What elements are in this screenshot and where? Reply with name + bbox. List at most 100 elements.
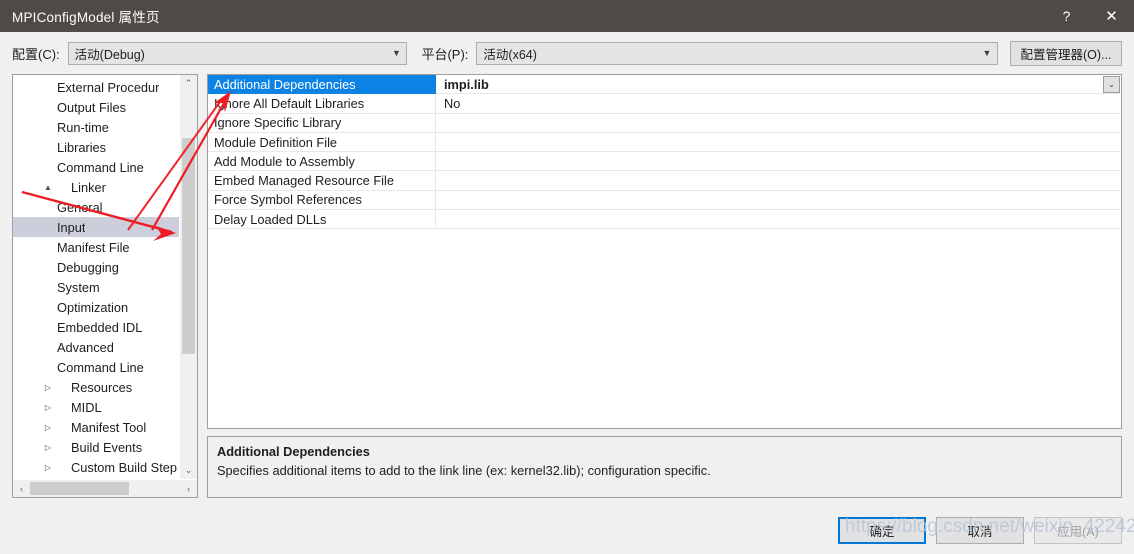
property-row[interactable]: Force Symbol References xyxy=(208,190,1121,211)
tree-item-general[interactable]: General xyxy=(13,197,179,217)
property-row[interactable]: Add Module to Assembly xyxy=(208,152,1121,172)
property-row[interactable]: Ignore All Default Libraries No xyxy=(208,94,1121,114)
property-tree[interactable]: External Procedur Output Files Run-time Lib… xyxy=(13,75,179,479)
tree-item-optimization[interactable]: Optimization xyxy=(13,297,179,317)
platform-label: 平台(P): xyxy=(421,46,469,62)
property-name[interactable]: Delay Loaded DLLs xyxy=(208,210,436,230)
triangle-right-icon[interactable]: ▷ xyxy=(41,383,55,392)
scroll-right-icon[interactable]: › xyxy=(180,480,197,497)
tree-item-label: Embedded IDL xyxy=(57,319,143,335)
tree-item-output-files[interactable]: Output Files xyxy=(13,97,179,117)
tree-item-label: Optimization xyxy=(57,299,129,315)
cancel-button[interactable]: 取消 xyxy=(936,517,1024,544)
property-value[interactable] xyxy=(436,114,1121,133)
tree-item-label: Build Events xyxy=(71,439,143,455)
tree-item-system[interactable]: System xyxy=(13,277,179,297)
tree-vertical-scrollbar[interactable]: ⌃ ⌄ xyxy=(179,75,197,479)
scroll-up-icon[interactable]: ⌃ xyxy=(180,75,197,92)
tree-item-label: Advanced xyxy=(57,339,114,355)
configuration-dropdown[interactable]: 活动(Debug) ▼ xyxy=(67,41,408,65)
triangle-right-icon[interactable]: ▷ xyxy=(41,443,55,452)
tree-item-label: Run-time xyxy=(57,119,109,135)
right-pane: Additional Dependencies impi.lib ⌄ Ignore A… xyxy=(207,74,1122,498)
configuration-bar: 配置(C): 活动(Debug) ▼ 平台(P): 活动(x64) ▼ 配置管理… xyxy=(0,32,1134,74)
tree-item-resources[interactable]: ▷ Resources xyxy=(13,377,179,397)
property-value[interactable] xyxy=(436,133,1121,153)
property-value[interactable] xyxy=(436,152,1121,172)
tree-item-run-time[interactable]: Run-time xyxy=(13,117,179,137)
configuration-manager-button[interactable]: 配置管理器(O)... xyxy=(1010,40,1122,66)
tree-horizontal-scrollbar[interactable]: ‹ › xyxy=(13,479,197,497)
triangle-right-icon[interactable]: ▷ xyxy=(41,463,55,472)
value-dropdown-icon[interactable]: ⌄ xyxy=(1103,76,1120,93)
triangle-right-icon[interactable]: ▷ xyxy=(41,403,55,412)
tree-item-label: Manifest Tool xyxy=(71,419,147,435)
triangle-right-icon[interactable]: ▷ xyxy=(41,423,55,432)
tree-item-label: Debugging xyxy=(57,259,119,275)
tree-item-label: Input xyxy=(57,219,86,235)
tree-item-libraries[interactable]: Libraries xyxy=(13,137,179,157)
tree-item-label: Command Line xyxy=(57,159,144,175)
ok-button[interactable]: 确定 xyxy=(838,517,926,544)
tree-vscroll-thumb[interactable] xyxy=(182,138,195,354)
tree-hscroll-thumb[interactable] xyxy=(30,482,129,495)
description-text: Specifies additional items to add to the… xyxy=(217,463,711,478)
property-name[interactable]: Module Definition File xyxy=(208,132,436,153)
scroll-left-icon[interactable]: ‹ xyxy=(13,480,30,497)
configuration-value: 活动(Debug) xyxy=(74,47,145,62)
tree-item-label: System xyxy=(57,279,100,295)
tree-item-label: Command Line xyxy=(57,359,144,375)
tree-item-command-line[interactable]: Command Line xyxy=(13,157,179,177)
property-value[interactable] xyxy=(436,191,1121,211)
tree-item-embedded-idl[interactable]: Embedded IDL xyxy=(13,317,179,337)
tree-item-debugging[interactable]: Debugging xyxy=(13,257,179,277)
property-value[interactable] xyxy=(436,171,1121,191)
tree-item-command-line[interactable]: Command Line xyxy=(13,357,179,377)
tree-item-linker[interactable]: ▲ Linker xyxy=(13,177,179,197)
window-title: MPIConfigModel 属性页 xyxy=(12,10,160,25)
dialog-body: External Procedur Output Files Run-time Lib… xyxy=(12,74,1122,498)
dialog-footer: 确定 取消 应用(A) xyxy=(838,517,1122,544)
tree-item-external-procedur[interactable]: External Procedur xyxy=(13,77,179,97)
tree-item-label: Linker xyxy=(71,179,106,195)
triangle-down-icon[interactable]: ▲ xyxy=(41,183,55,192)
chevron-down-icon: ▼ xyxy=(391,47,401,58)
property-row[interactable]: Ignore Specific Library xyxy=(208,113,1121,133)
tree-inner: External Procedur Output Files Run-time Lib… xyxy=(13,75,197,479)
property-row[interactable]: Module Definition File xyxy=(208,132,1121,153)
description-panel: Additional Dependencies Specifies additi… xyxy=(207,436,1122,498)
tree-item-midl[interactable]: ▷ MIDL xyxy=(13,397,179,417)
description-title: Additional Dependencies xyxy=(217,444,370,459)
tree-item-advanced[interactable]: Advanced xyxy=(13,337,179,357)
tree-item-custom-build-step[interactable]: ▷ Custom Build Step xyxy=(13,457,179,477)
property-name[interactable]: Additional Dependencies xyxy=(208,75,436,95)
property-value[interactable]: impi.lib xyxy=(436,75,1121,95)
tree-vscroll-track[interactable] xyxy=(180,92,197,462)
property-value[interactable]: No xyxy=(436,94,1121,114)
tree-item-build-events[interactable]: ▷ Build Events xyxy=(13,437,179,457)
close-icon[interactable]: ✕ xyxy=(1089,0,1134,32)
tree-item-manifest-tool[interactable]: ▷ Manifest Tool xyxy=(13,417,179,437)
tree-item-label: General xyxy=(57,199,103,215)
tree-item-input[interactable]: Input xyxy=(13,217,179,237)
property-row[interactable]: Delay Loaded DLLs xyxy=(208,210,1121,230)
tree-hscroll-track[interactable] xyxy=(30,480,180,497)
tree-item-label: Output Files xyxy=(57,99,126,115)
property-name[interactable]: Ignore All Default Libraries xyxy=(208,94,436,114)
apply-button: 应用(A) xyxy=(1034,517,1122,544)
property-value[interactable] xyxy=(436,210,1121,230)
property-tree-panel: External Procedur Output Files Run-time Lib… xyxy=(12,74,198,498)
platform-dropdown[interactable]: 活动(x64) ▼ xyxy=(476,41,998,65)
property-grid[interactable]: Additional Dependencies impi.lib ⌄ Ignore A… xyxy=(207,74,1122,429)
tree-item-manifest-file[interactable]: Manifest File xyxy=(13,237,179,257)
title-bar: MPIConfigModel 属性页 ? ✕ xyxy=(0,0,1134,32)
property-row[interactable]: Embed Managed Resource File xyxy=(208,171,1121,191)
scroll-down-icon[interactable]: ⌄ xyxy=(180,462,197,479)
help-icon[interactable]: ? xyxy=(1044,0,1089,32)
property-row[interactable]: Additional Dependencies impi.lib ⌄ xyxy=(208,75,1121,95)
property-name[interactable]: Add Module to Assembly xyxy=(208,152,436,172)
property-name[interactable]: Force Symbol References xyxy=(208,190,436,211)
property-name[interactable]: Ignore Specific Library xyxy=(208,113,436,133)
platform-value: 活动(x64) xyxy=(483,47,537,62)
property-name[interactable]: Embed Managed Resource File xyxy=(208,171,436,191)
